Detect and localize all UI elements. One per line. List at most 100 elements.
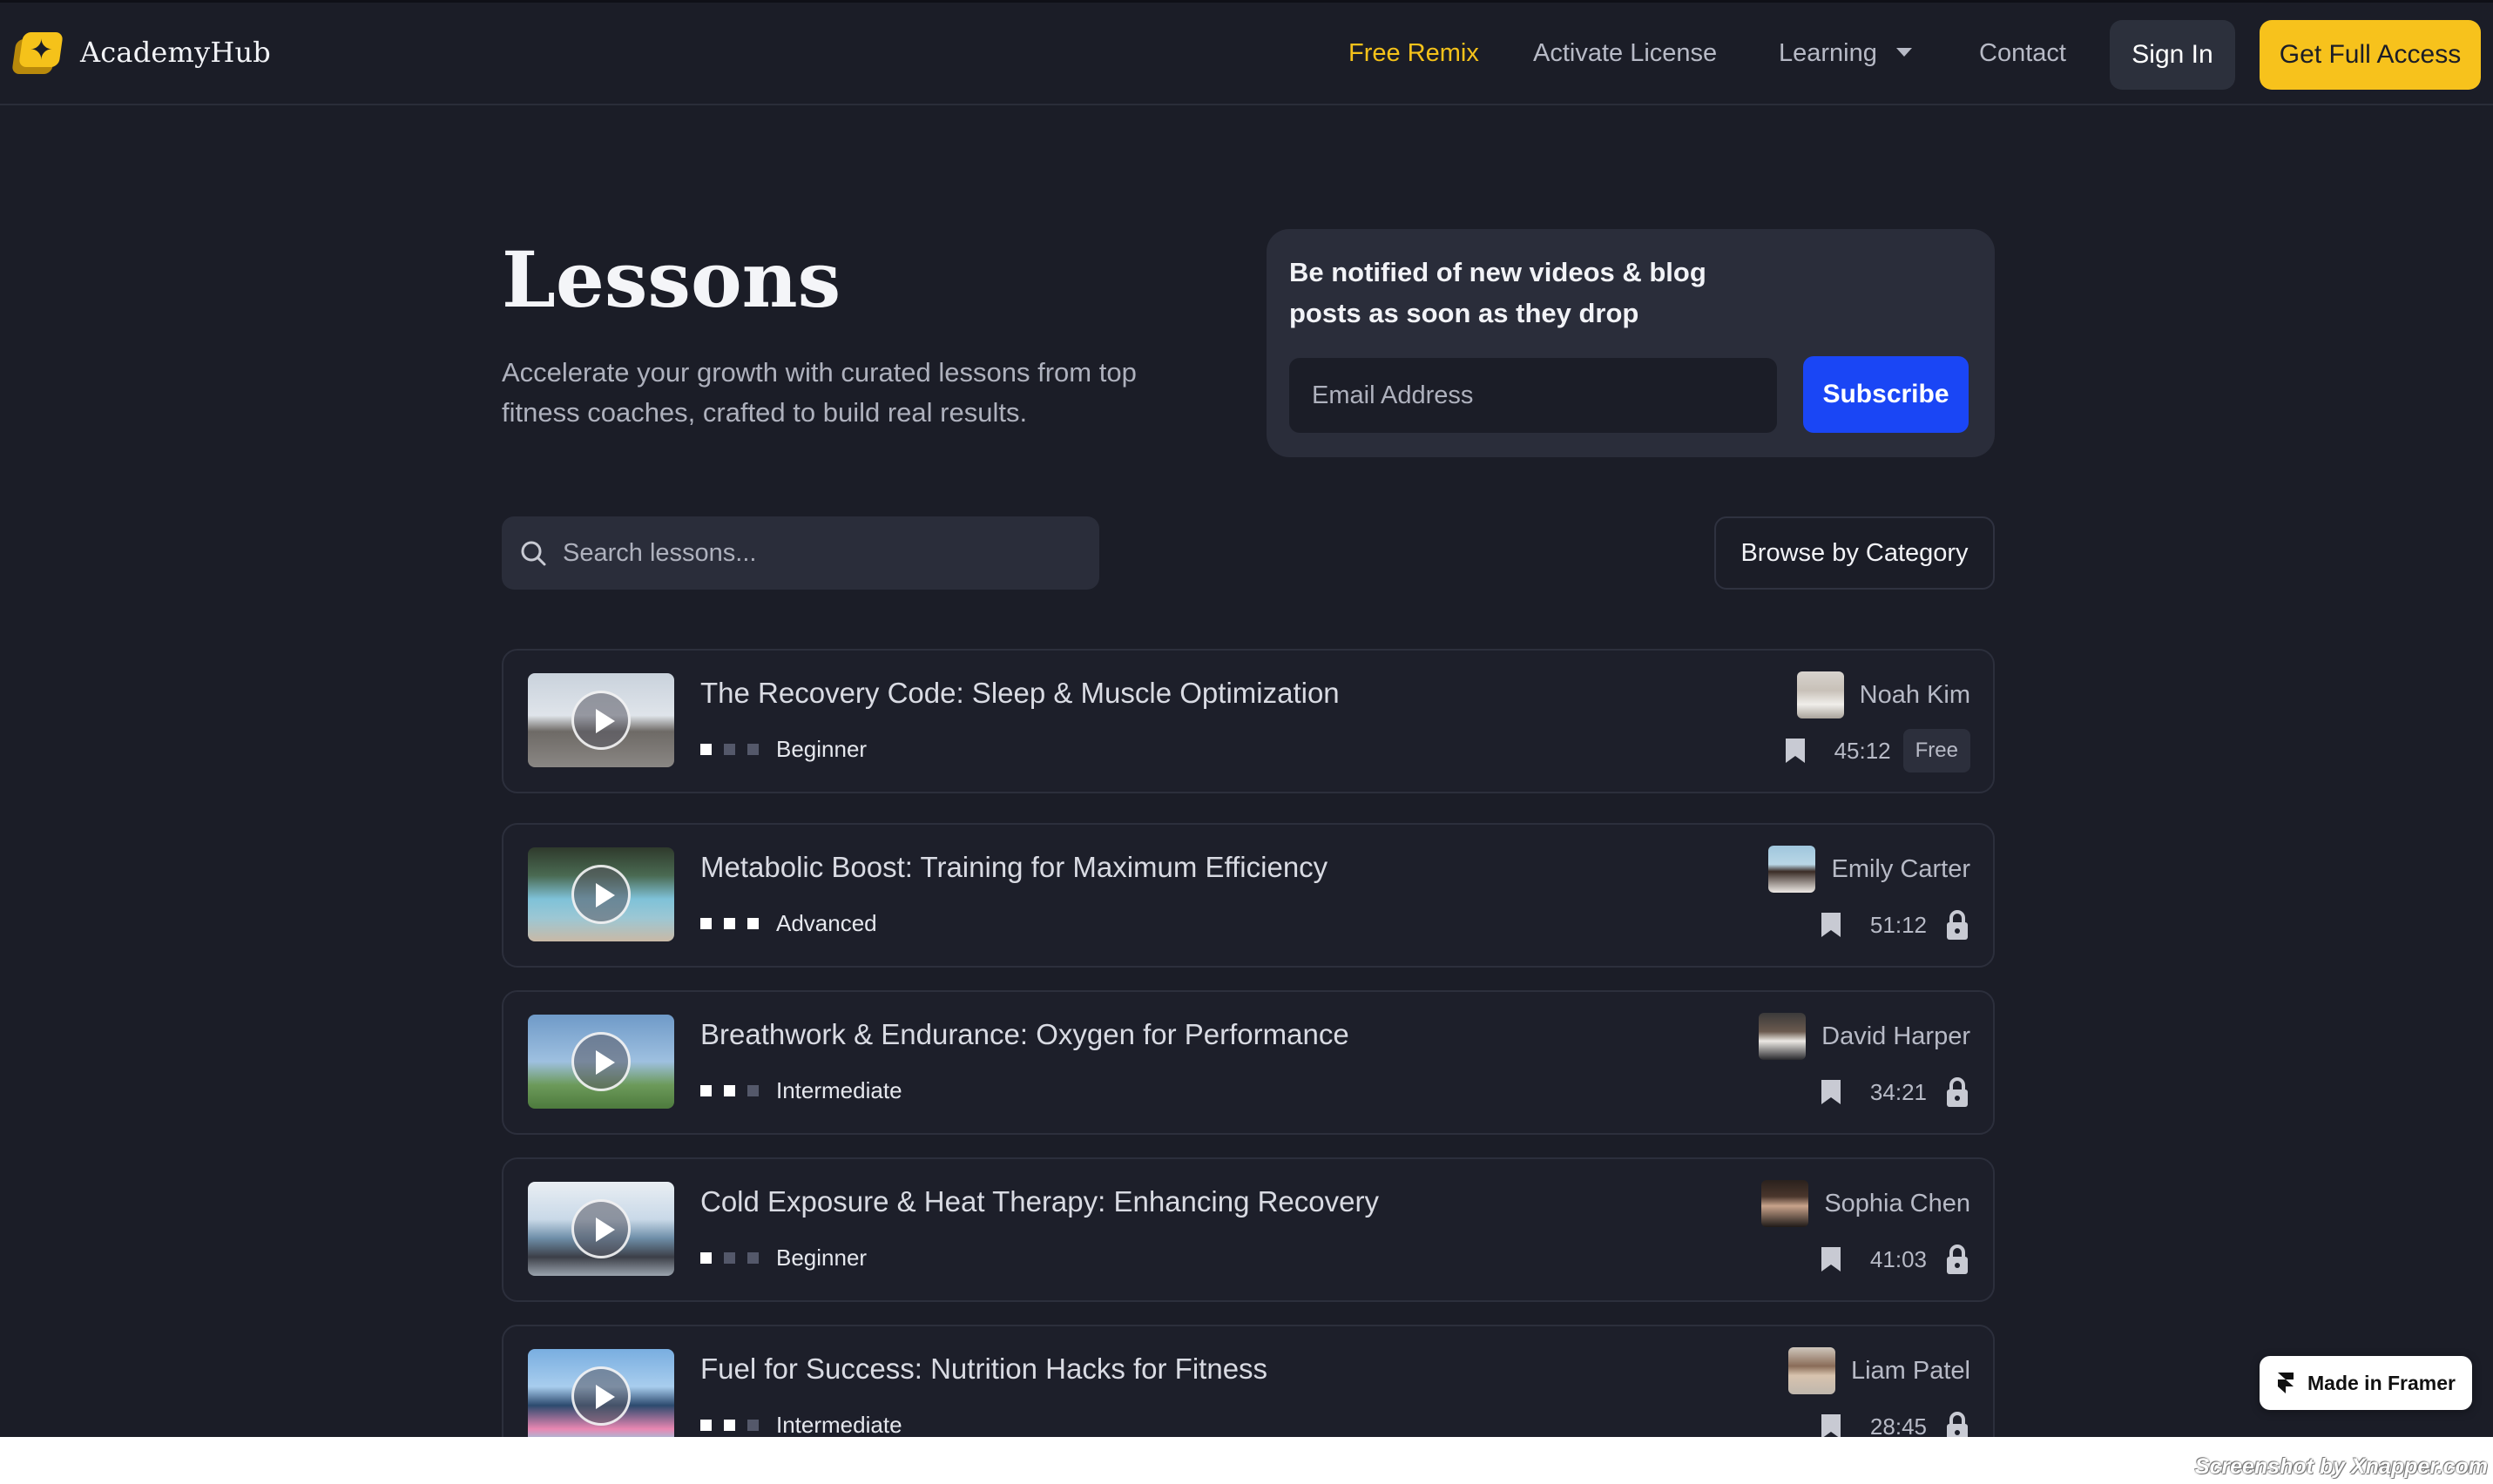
lesson-card[interactable]: Breathwork & Endurance: Oxygen for Perfo… [502,990,1995,1135]
level-dot [747,1252,759,1264]
nav-link-free-remix[interactable]: Free Remix [1348,39,1479,68]
search-icon [521,541,546,566]
nav-link-contact[interactable]: Contact [1979,39,2066,68]
lock-icon [1947,1077,1968,1107]
level-label: Advanced [776,910,877,936]
level-dot [747,918,759,929]
page-title: Lessons [502,234,841,325]
newsletter-text: Be notified of new videos & blog posts a… [1289,257,1706,328]
search-input[interactable] [563,516,1085,590]
level-indicator: Beginner [700,1245,867,1272]
lesson-card[interactable]: Cold Exposure & Heat Therapy: Enhancing … [502,1157,1995,1302]
get-full-access-button[interactable]: Get Full Access [2260,20,2481,90]
email-field[interactable] [1289,358,1777,433]
lesson-meta: 51:12 [1820,903,1970,947]
lesson-duration: 51:12 [1869,911,1927,938]
level-dot [747,1085,759,1096]
level-dot [747,744,759,755]
lesson-title[interactable]: Fuel for Success: Nutrition Hacks for Fi… [700,1352,1267,1386]
top-nav: ✦ AcademyHub Free Remix Activate License… [0,3,2493,105]
bookmark-icon[interactable] [1784,737,1807,765]
level-label: Beginner [776,736,868,762]
browse-by-category-button[interactable]: Browse by Category [1714,516,1995,590]
author: Noah Kim [1796,671,1970,718]
avatar [1796,671,1844,718]
nav-link-learning[interactable]: Learning [1779,39,1912,68]
level-label: Beginner [776,1245,868,1271]
app-window: ✦ AcademyHub Free Remix Activate License… [0,0,2493,1437]
level-indicator: Advanced [700,910,877,937]
lesson-thumbnail[interactable] [528,1015,674,1109]
play-icon[interactable] [571,865,631,924]
lesson-card[interactable]: The Recovery Code: Sleep & Muscle Optimi… [502,649,1995,793]
lesson-title[interactable]: Metabolic Boost: Training for Maximum Ef… [700,851,1328,884]
play-icon[interactable] [571,691,631,750]
play-icon[interactable] [571,1366,631,1426]
bookmark-icon[interactable] [1820,1245,1842,1273]
chevron-down-icon [1895,48,1912,57]
author: Sophia Chen [1761,1180,1970,1227]
lesson-thumbnail[interactable] [528,1182,674,1276]
level-label: Intermediate [776,1412,902,1437]
level-label: Intermediate [776,1077,902,1103]
lock-icon [1947,1245,1968,1274]
level-dot [700,1085,712,1096]
lesson-meta: 41:03 [1820,1238,1970,1281]
level-indicator: Intermediate [700,1412,902,1437]
avatar [1761,1180,1809,1227]
level-dot [724,1420,735,1431]
level-dot [700,744,712,755]
avatar [1787,1347,1835,1394]
lesson-duration: 41:03 [1869,1245,1927,1272]
level-dot [700,918,712,929]
level-dot [724,1085,735,1096]
author-name: Emily Carter [1831,854,1970,883]
lock-icon [1947,1412,1968,1437]
free-badge: Free [1902,729,1970,772]
lesson-title[interactable]: Breathwork & Endurance: Oxygen for Perfo… [700,1018,1349,1051]
sign-in-button[interactable]: Sign In [2110,20,2235,90]
avatar [1759,1013,1807,1060]
author-name: David Harper [1821,1022,1970,1050]
lesson-duration: 45:12 [1834,737,1891,764]
play-icon[interactable] [571,1199,631,1258]
newsletter-card: Be notified of new videos & blog posts a… [1267,229,1995,457]
author-name: Liam Patel [1850,1356,1970,1385]
author-name: Noah Kim [1859,680,1970,709]
nav-link-activate-license[interactable]: Activate License [1533,39,1717,68]
bookmark-icon[interactable] [1820,911,1842,939]
screenshot-watermark: Screenshot by Xnapper.com [2194,1454,2488,1479]
author: David Harper [1759,1013,1970,1060]
author-name: Sophia Chen [1824,1189,1970,1218]
level-dot [724,744,735,755]
lesson-duration: 34:21 [1869,1078,1927,1105]
lesson-card[interactable]: Fuel for Success: Nutrition Hacks for Fi… [502,1325,1995,1437]
author: Emily Carter [1768,846,1970,893]
lesson-thumbnail[interactable] [528,1349,674,1437]
lesson-thumbnail[interactable] [528,847,674,941]
author: Liam Patel [1787,1347,1970,1394]
framer-logo-icon [2278,1373,2294,1393]
lesson-meta: 45:12 Free [1784,729,1970,772]
avatar [1768,846,1816,893]
page-description: Accelerate your growth with curated less… [502,357,1137,428]
lesson-card[interactable]: Metabolic Boost: Training for Maximum Ef… [502,823,1995,968]
level-indicator: Beginner [700,736,867,763]
lock-icon [1947,910,1968,940]
bookmark-icon[interactable] [1820,1413,1842,1437]
play-icon[interactable] [571,1032,631,1091]
level-dot [724,1252,735,1264]
bookmark-icon[interactable] [1820,1078,1842,1106]
lesson-thumbnail[interactable] [528,673,674,767]
level-dot [747,1420,759,1431]
lesson-title[interactable]: Cold Exposure & Heat Therapy: Enhancing … [700,1185,1379,1218]
lesson-meta: 28:45 [1820,1405,1970,1437]
lesson-duration: 28:45 [1869,1413,1927,1438]
subscribe-button[interactable]: Subscribe [1803,356,1969,433]
made-in-framer-badge[interactable]: Made in Framer [2260,1356,2472,1410]
lesson-title[interactable]: The Recovery Code: Sleep & Muscle Optimi… [700,677,1340,710]
level-dot [700,1420,712,1431]
made-in-framer-label: Made in Framer [2307,1371,2456,1394]
lesson-meta: 34:21 [1820,1070,1970,1114]
level-indicator: Intermediate [700,1077,902,1104]
